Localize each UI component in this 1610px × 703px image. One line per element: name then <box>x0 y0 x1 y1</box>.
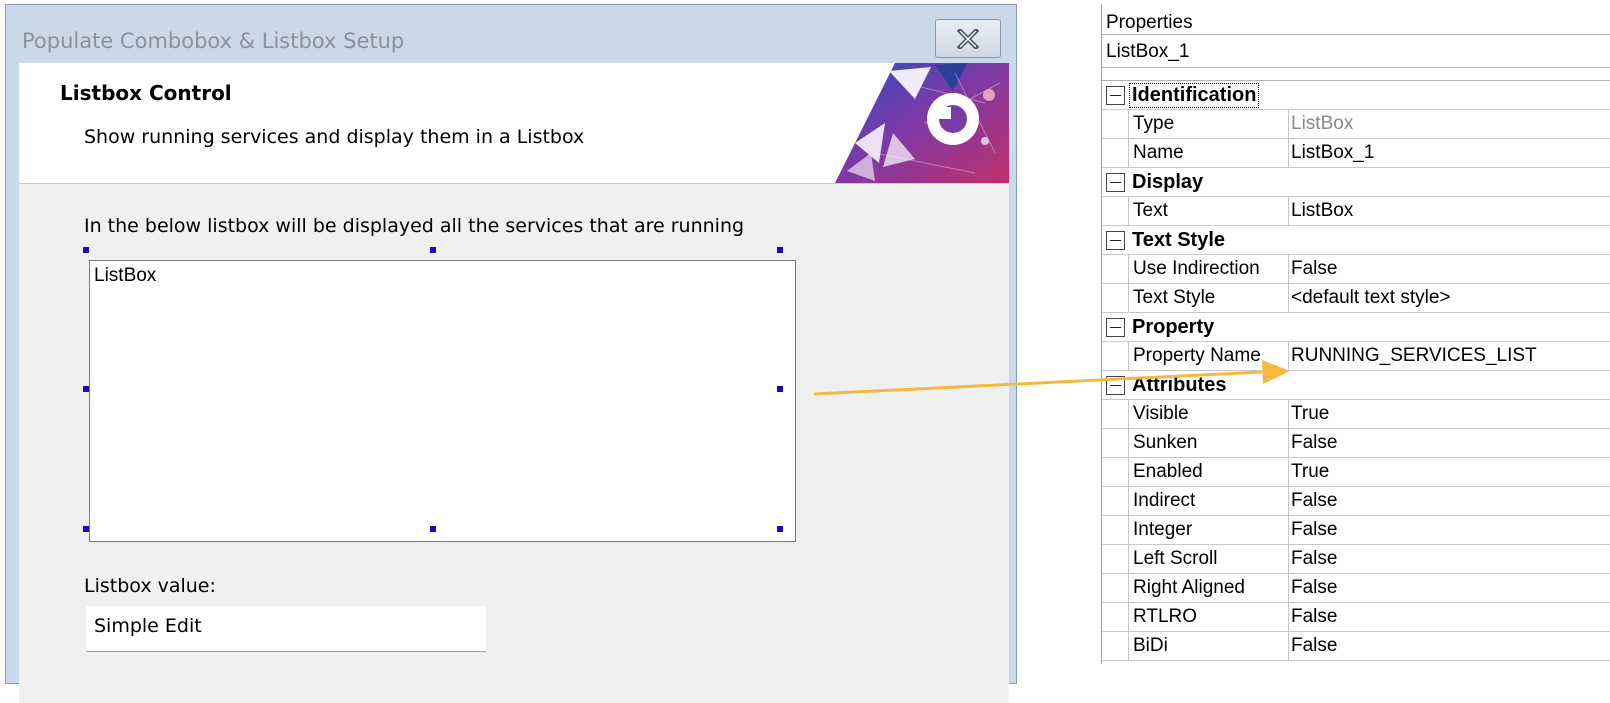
collapse-icon[interactable] <box>1106 231 1125 250</box>
banner-title: Listbox Control <box>60 81 232 105</box>
wizard-logo-icon <box>835 63 1009 183</box>
category-row-property[interactable]: Property <box>1102 313 1610 342</box>
property-grid: Identification Type ListBox Name ListBox… <box>1102 80 1610 661</box>
property-row-type[interactable]: Type ListBox <box>1102 110 1610 139</box>
properties-header: Properties <box>1106 12 1193 33</box>
property-row-text-style[interactable]: Text Style <default text style> <box>1102 284 1610 313</box>
listbox-placeholder-text: ListBox <box>94 265 157 286</box>
property-value: ListBox <box>1291 113 1354 134</box>
property-value[interactable]: True <box>1289 400 1610 428</box>
close-button[interactable] <box>935 19 1001 58</box>
property-value[interactable]: False <box>1289 545 1610 573</box>
property-name: Indirect <box>1128 487 1289 515</box>
property-row-indirect[interactable]: Indirect False <box>1102 487 1610 516</box>
resize-handle-bottom-right[interactable] <box>777 526 783 532</box>
property-name: Sunken <box>1128 429 1289 457</box>
property-name: BiDi <box>1128 632 1289 660</box>
listbox-value-field[interactable]: Simple Edit <box>86 606 486 652</box>
property-name: Left Scroll <box>1128 545 1289 573</box>
property-row-property-name[interactable]: Property Name RUNNING_SERVICES_LIST <box>1102 342 1610 371</box>
resize-handle-middle-right[interactable] <box>777 386 783 392</box>
resize-handle-middle-left[interactable] <box>83 386 89 392</box>
category-row-identification[interactable]: Identification <box>1102 81 1610 110</box>
dialog-title: Populate Combobox & Listbox Setup <box>22 29 405 53</box>
property-name: Text <box>1128 197 1289 225</box>
resize-handle-top-middle[interactable] <box>430 247 436 253</box>
collapse-icon[interactable] <box>1106 318 1125 337</box>
property-row-rtlro[interactable]: RTLRO False <box>1102 603 1610 632</box>
close-icon <box>956 28 980 49</box>
category-row-text-style[interactable]: Text Style <box>1102 226 1610 255</box>
category-row-display[interactable]: Display <box>1102 168 1610 197</box>
property-value[interactable]: <default text style> <box>1289 284 1610 312</box>
property-value[interactable]: False <box>1289 516 1610 544</box>
property-value[interactable]: False <box>1289 429 1610 457</box>
property-value[interactable]: RUNNING_SERVICES_LIST <box>1289 342 1610 370</box>
property-name: Enabled <box>1128 458 1289 486</box>
category-row-attributes[interactable]: Attributes <box>1102 371 1610 400</box>
header-banner: Listbox Control Show running services an… <box>19 63 1009 184</box>
property-value[interactable]: ListBox <box>1289 197 1610 225</box>
category-label: Attributes <box>1132 374 1227 396</box>
collapse-icon[interactable] <box>1106 173 1125 192</box>
simple-edit-text: Simple Edit <box>94 615 202 637</box>
property-value[interactable]: False <box>1289 632 1610 660</box>
property-name: Type <box>1128 110 1289 138</box>
category-label: Identification <box>1128 83 1260 108</box>
property-row-bidi[interactable]: BiDi False <box>1102 632 1610 661</box>
property-name: Use Indirection <box>1128 255 1289 283</box>
object-name: ListBox_1 <box>1106 41 1190 62</box>
properties-panel: Properties ListBox_1 Identification Type… <box>1101 4 1610 664</box>
property-value[interactable]: False <box>1289 574 1610 602</box>
property-row-name[interactable]: Name ListBox_1 <box>1102 139 1610 168</box>
property-row-visible[interactable]: Visible True <box>1102 400 1610 429</box>
property-name: Integer <box>1128 516 1289 544</box>
resize-handle-bottom-middle[interactable] <box>430 526 436 532</box>
property-row-text[interactable]: Text ListBox <box>1102 197 1610 226</box>
property-row-integer[interactable]: Integer False <box>1102 516 1610 545</box>
property-value[interactable]: False <box>1289 603 1610 631</box>
property-name: Right Aligned <box>1128 574 1289 602</box>
property-row-right-aligned[interactable]: Right Aligned False <box>1102 574 1610 603</box>
property-value[interactable]: ListBox_1 <box>1289 139 1610 167</box>
property-name: RTLRO <box>1128 603 1289 631</box>
resize-handle-top-left[interactable] <box>83 247 89 253</box>
property-value[interactable]: True <box>1289 458 1610 486</box>
property-row-enabled[interactable]: Enabled True <box>1102 458 1610 487</box>
services-listbox[interactable]: ListBox <box>89 260 796 542</box>
banner-subtitle: Show running services and display them i… <box>84 126 585 148</box>
category-label: Display <box>1132 171 1204 193</box>
collapse-icon[interactable] <box>1106 86 1125 105</box>
category-label: Text Style <box>1132 229 1225 251</box>
property-name: Visible <box>1128 400 1289 428</box>
property-row-use-indirection[interactable]: Use Indirection False <box>1102 255 1610 284</box>
listbox-value-label: Listbox value: <box>84 575 216 597</box>
property-name: Text Style <box>1128 284 1289 312</box>
property-value[interactable]: False <box>1289 487 1610 515</box>
collapse-icon[interactable] <box>1106 376 1125 395</box>
dialog-client-area: Listbox Control Show running services an… <box>19 63 1009 703</box>
intro-text: In the below listbox will be displayed a… <box>84 215 745 237</box>
resize-handle-top-right[interactable] <box>777 247 783 253</box>
property-row-left-scroll[interactable]: Left Scroll False <box>1102 545 1610 574</box>
resize-handle-bottom-left[interactable] <box>83 526 89 532</box>
object-selector[interactable]: ListBox_1 <box>1102 34 1610 68</box>
setup-dialog: Populate Combobox & Listbox Setup Listbo… <box>5 4 1017 703</box>
property-row-sunken[interactable]: Sunken False <box>1102 429 1610 458</box>
category-label: Property <box>1132 316 1215 338</box>
property-name: Property Name <box>1128 342 1289 370</box>
property-name: Name <box>1128 139 1289 167</box>
property-value[interactable]: False <box>1289 255 1610 283</box>
